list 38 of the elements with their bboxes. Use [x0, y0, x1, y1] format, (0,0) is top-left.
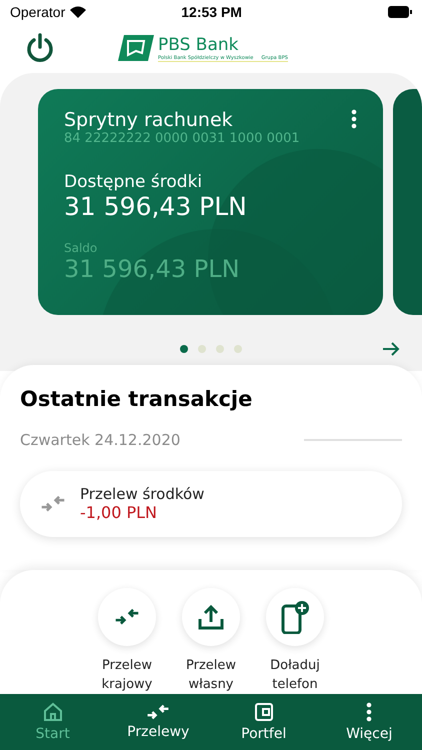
- carousel-dot[interactable]: [234, 344, 242, 353]
- logo-title: PBS Bank: [158, 34, 240, 55]
- battery-icon: [388, 6, 412, 18]
- tab-item[interactable]: Więcej: [316, 694, 422, 750]
- wifi-icon: [70, 6, 86, 18]
- wallet-icon: [254, 702, 274, 722]
- account-number: 84 22222222 0000 0031 1000 0001: [64, 130, 301, 146]
- transfer-icon: [40, 494, 66, 513]
- balance-label: Saldo: [64, 240, 98, 255]
- tab-item[interactable]: Start: [0, 694, 106, 750]
- arrow-right-icon[interactable]: [382, 340, 400, 357]
- tab-item[interactable]: Portfel: [211, 694, 316, 750]
- power-icon[interactable]: [26, 33, 54, 64]
- account-card[interactable]: Sprytny rachunek 84 22222222 0000 0031 1000 0001 Dostępne środki 31 596,43 PLN Saldo 31 596,43 PLN: [38, 88, 383, 315]
- phone-plus-icon: [280, 600, 310, 634]
- available-amount: 31 596,43 PLN: [64, 192, 248, 221]
- next-account-card[interactable]: [393, 88, 422, 315]
- available-label: Dostępne środki: [64, 172, 204, 192]
- upload-icon: [197, 602, 225, 631]
- carrier-name: Operator: [10, 4, 66, 20]
- logo-icon: [118, 35, 154, 62]
- transaction-card[interactable]: Przelew środków -1,00 PLN: [20, 470, 402, 537]
- more-icon: [366, 702, 372, 722]
- more-icon: [351, 108, 357, 129]
- transfer-icon: [146, 704, 170, 720]
- section-title: Ostatnie transakcje: [20, 386, 254, 411]
- carousel-dot[interactable]: [216, 344, 224, 353]
- carousel-dot[interactable]: [198, 344, 206, 353]
- tab-item[interactable]: Przelewy: [106, 694, 211, 750]
- carousel-dot[interactable]: [180, 344, 188, 353]
- transfer-icon: [114, 608, 140, 626]
- transaction-amount: -1,00 PLN: [80, 503, 158, 522]
- transaction-date: Czwartek 24.12.2020: [20, 430, 180, 449]
- transaction-title: Przelew środków: [80, 485, 204, 504]
- account-name: Sprytny rachunek: [64, 108, 233, 131]
- balance-amount: 31 596,43 PLN: [64, 254, 241, 283]
- clock-time: 12:53 PM: [181, 4, 242, 20]
- home-icon: [42, 702, 63, 722]
